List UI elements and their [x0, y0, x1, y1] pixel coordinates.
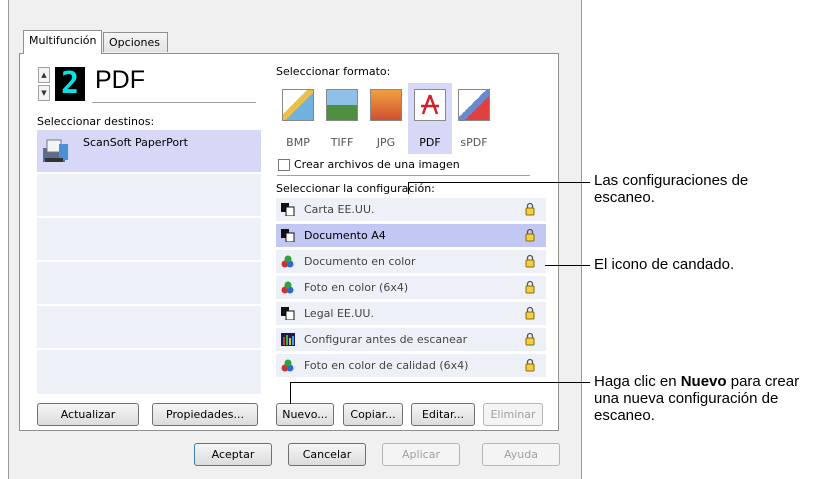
- format-pdf[interactable]: PDF: [408, 83, 452, 154]
- format-caption: TIFF: [330, 136, 354, 149]
- title-divider: [92, 102, 256, 103]
- delete-button[interactable]: Eliminar: [483, 403, 543, 426]
- pdf-icon: [414, 89, 446, 121]
- destination-list: ScanSoft PaperPort: [37, 130, 261, 396]
- destination-empty-row: [37, 306, 261, 350]
- tiff-icon: [326, 89, 358, 121]
- config-item-label: Legal EE.UU.: [304, 307, 374, 320]
- ok-button[interactable]: Aceptar: [194, 443, 272, 466]
- paperport-icon: [43, 139, 68, 162]
- config-item-color-photo[interactable]: Foto en color (6x4): [276, 276, 546, 299]
- config-label: Seleccionar la configuración:: [276, 182, 435, 195]
- config-item-label: Foto en color de calidad (6x4): [304, 359, 469, 372]
- lock-icon: [525, 280, 535, 294]
- config-item-legal[interactable]: Legal EE.UU.: [276, 302, 546, 325]
- tab-multifuncion[interactable]: Multifunción: [23, 30, 102, 54]
- format-caption: sPDF: [460, 136, 488, 149]
- apply-button[interactable]: Aplicar: [382, 443, 460, 466]
- jpg-icon: [370, 89, 402, 121]
- format-caption: JPG: [376, 136, 396, 149]
- destination-item-paperport[interactable]: ScanSoft PaperPort: [37, 130, 261, 174]
- lock-icon: [525, 202, 535, 216]
- document-bw-icon: [281, 229, 295, 242]
- destinations-label: Seleccionar destinos:: [37, 115, 155, 128]
- spin-down-icon[interactable]: ▼: [38, 85, 50, 101]
- config-item-label: Carta EE.UU.: [304, 203, 375, 216]
- properties-button[interactable]: Propiedades...: [152, 403, 258, 426]
- bmp-icon: [282, 89, 314, 121]
- button-number-display: 2: [55, 67, 85, 101]
- format-caption: BMP: [286, 136, 310, 149]
- document-bw-icon: [281, 307, 295, 320]
- spin-up-icon[interactable]: ▲: [38, 67, 50, 83]
- callout-line-new: [290, 382, 569, 383]
- format-spdf[interactable]: sPDF: [452, 83, 496, 154]
- refresh-button[interactable]: Actualizar: [37, 403, 139, 426]
- format-divider: [277, 175, 530, 176]
- callout-line-lock-ext: [568, 265, 590, 266]
- config-item-label: Documento A4: [304, 229, 386, 242]
- color-document-icon: [281, 255, 294, 268]
- format-label: Seleccionar formato:: [276, 65, 391, 78]
- lock-icon: [525, 228, 535, 242]
- cancel-button[interactable]: Cancelar: [288, 443, 366, 466]
- config-item-color-doc[interactable]: Documento en color: [276, 250, 546, 273]
- color-photo-icon: [281, 359, 294, 372]
- callout-line-lock: [545, 265, 569, 266]
- config-list: Carta EE.UU. Documento A4 Documento en c…: [276, 198, 546, 380]
- callout-new-bold: Nuevo: [680, 373, 727, 390]
- color-photo-icon: [281, 281, 294, 294]
- destination-empty-row: [37, 174, 261, 218]
- number-spinner[interactable]: ▲ ▼: [38, 67, 50, 101]
- destination-title: PDF: [95, 66, 145, 94]
- config-item-label: Configurar antes de escanear: [304, 333, 468, 346]
- new-button[interactable]: Nuevo...: [276, 403, 334, 426]
- callout-lock: El icono de candado.: [594, 256, 735, 273]
- copy-button[interactable]: Copiar...: [343, 403, 403, 426]
- lock-icon: [525, 306, 535, 320]
- destination-empty-row: [37, 350, 261, 396]
- lock-icon: [525, 358, 535, 372]
- callout-line-new-tick: [290, 382, 291, 404]
- destination-empty-row: [37, 218, 261, 262]
- destination-item-label: ScanSoft PaperPort: [83, 136, 188, 149]
- config-item-a4[interactable]: Documento A4: [276, 224, 546, 247]
- tab-opciones[interactable]: Opciones: [103, 32, 168, 52]
- lock-icon: [525, 254, 535, 268]
- configure-icon: [281, 333, 295, 346]
- callout-new-prefix: Haga clic en: [594, 373, 681, 390]
- lock-icon: [525, 332, 535, 346]
- callout-new: Haga clic en Nuevo para crear una nueva …: [594, 373, 806, 424]
- config-item-carta[interactable]: Carta EE.UU.: [276, 198, 546, 221]
- callout-line-configs: [408, 182, 568, 183]
- callout-line-configs-tick: [408, 182, 409, 194]
- spdf-icon: [458, 89, 490, 121]
- document-bw-icon: [281, 203, 295, 216]
- callout-configs: Las configuraciones de escaneo.: [594, 172, 749, 206]
- config-item-label: Documento en color: [304, 255, 416, 268]
- format-caption: PDF: [419, 136, 441, 149]
- single-image-checkbox[interactable]: [278, 159, 290, 171]
- callout-line-configs-ext: [568, 182, 590, 183]
- config-item-quality-photo[interactable]: Foto en color de calidad (6x4): [276, 354, 546, 377]
- format-tiff[interactable]: TIFF: [320, 83, 364, 154]
- edit-button[interactable]: Editar...: [411, 403, 475, 426]
- format-jpg[interactable]: JPG: [364, 83, 408, 154]
- single-image-label: Crear archivos de una imagen: [294, 158, 460, 171]
- config-item-configure[interactable]: Configurar antes de escanear: [276, 328, 546, 351]
- config-item-label: Foto en color (6x4): [304, 281, 409, 294]
- help-button[interactable]: Ayuda: [482, 443, 560, 466]
- destination-empty-row: [37, 262, 261, 306]
- format-bmp[interactable]: BMP: [276, 83, 320, 154]
- callout-line-new-ext: [568, 382, 590, 383]
